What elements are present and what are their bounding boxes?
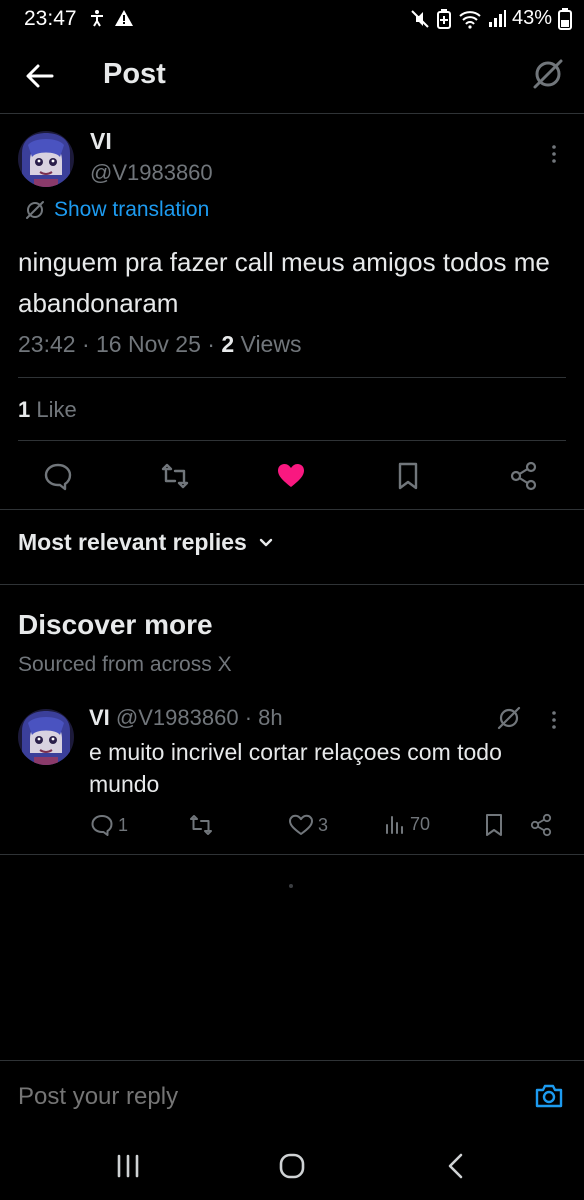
views-label: Views xyxy=(240,331,302,357)
discover-post-header: VI @V1983860 · 8h xyxy=(89,705,283,730)
reply-icon xyxy=(90,813,114,837)
accessibility-icon xyxy=(88,9,106,27)
battery-icon xyxy=(558,7,572,30)
back-button[interactable] xyxy=(22,58,58,94)
reply-count: 1 xyxy=(118,814,129,835)
grok-button[interactable] xyxy=(530,56,566,92)
repost-icon xyxy=(160,461,190,491)
bookmark-icon xyxy=(483,813,505,837)
post-time: 23:42 xyxy=(18,331,76,357)
like-button[interactable] xyxy=(271,456,311,496)
divider xyxy=(18,377,566,378)
avatar[interactable] xyxy=(18,709,74,765)
recents-icon xyxy=(115,1154,141,1178)
post-text: ninguem pra fazer call meus amigos todos… xyxy=(18,247,550,318)
discover-subtitle: Sourced from across X xyxy=(18,653,232,676)
grok-icon xyxy=(530,56,566,92)
reply-input[interactable] xyxy=(18,1083,498,1111)
post-date: 16 Nov 25 xyxy=(96,331,201,357)
like-button[interactable]: 3 xyxy=(288,813,328,837)
like-icon xyxy=(276,461,306,491)
like-icon xyxy=(288,813,314,837)
author-handle[interactable]: @V1983860 xyxy=(90,160,213,186)
author-name[interactable]: VI xyxy=(90,128,112,155)
views-icon xyxy=(384,813,406,835)
repost-button[interactable] xyxy=(188,813,214,837)
more-options-button[interactable] xyxy=(542,142,566,166)
mute-icon xyxy=(410,9,430,29)
divider xyxy=(0,509,584,510)
reply-icon xyxy=(43,461,73,491)
recents-button[interactable] xyxy=(108,1148,148,1184)
top-app-bar: Post xyxy=(0,36,584,114)
avatar[interactable] xyxy=(18,131,74,187)
replies-sort-label: Most relevant replies xyxy=(18,529,247,555)
likes-summary[interactable]: 1 Like xyxy=(18,397,77,423)
page-title: Post xyxy=(103,58,166,90)
system-navigation-bar xyxy=(0,1128,584,1200)
home-icon xyxy=(278,1152,306,1180)
discover-post-text: e muito incrivel cortar relaçoes com tod… xyxy=(89,739,502,797)
warning-icon xyxy=(114,9,134,27)
share-button[interactable] xyxy=(504,456,544,496)
reply-button[interactable] xyxy=(38,456,78,496)
repost-button[interactable] xyxy=(155,456,195,496)
views-button[interactable]: 70 xyxy=(384,813,430,835)
system-back-button[interactable] xyxy=(436,1148,476,1184)
more-options-button[interactable] xyxy=(542,708,566,732)
loading-dot xyxy=(289,884,293,888)
divider xyxy=(0,854,584,855)
camera-button[interactable] xyxy=(534,1081,564,1111)
post-meta: 23:42 · 16 Nov 25 · 2 Views xyxy=(18,331,302,357)
divider xyxy=(18,440,566,441)
status-time: 23:47 xyxy=(24,7,77,30)
status-bar: 23:47 43% xyxy=(0,0,584,36)
grok-icon xyxy=(24,199,46,221)
likes-label: Like xyxy=(36,397,77,422)
bookmark-button[interactable] xyxy=(483,813,505,837)
grok-button[interactable] xyxy=(496,705,522,731)
like-count: 3 xyxy=(318,814,329,835)
share-icon xyxy=(529,813,553,837)
arrow-left-icon xyxy=(22,58,58,94)
share-button[interactable] xyxy=(529,813,553,837)
views-count: 70 xyxy=(410,813,431,834)
wifi-icon xyxy=(458,9,482,29)
camera-icon xyxy=(534,1081,564,1111)
bookmark-icon xyxy=(393,461,423,491)
views-count: 2 xyxy=(221,331,235,357)
author-handle[interactable]: @V1983860 xyxy=(116,705,239,730)
back-icon xyxy=(444,1152,468,1180)
reply-button[interactable]: 1 xyxy=(90,813,128,837)
share-icon xyxy=(509,461,539,491)
battery-percent: 43% xyxy=(511,7,552,29)
likes-count: 1 xyxy=(18,397,31,422)
divider xyxy=(0,584,584,585)
grok-icon xyxy=(496,705,522,731)
show-translation-link[interactable]: Show translation xyxy=(24,198,209,222)
bookmark-button[interactable] xyxy=(388,456,428,496)
signal-icon xyxy=(488,9,506,28)
home-button[interactable] xyxy=(272,1148,312,1184)
author-name[interactable]: VI xyxy=(89,705,110,730)
more-vertical-icon xyxy=(542,708,566,732)
discover-title: Discover more xyxy=(18,609,213,640)
chevron-down-icon xyxy=(257,534,275,552)
post-age: 8h xyxy=(258,705,283,730)
show-translation-label: Show translation xyxy=(54,198,210,221)
battery-saver-icon xyxy=(436,8,452,29)
repost-icon xyxy=(188,813,214,837)
reply-composer xyxy=(0,1060,584,1128)
more-vertical-icon xyxy=(542,142,566,166)
replies-sort-dropdown[interactable]: Most relevant replies xyxy=(18,529,275,556)
